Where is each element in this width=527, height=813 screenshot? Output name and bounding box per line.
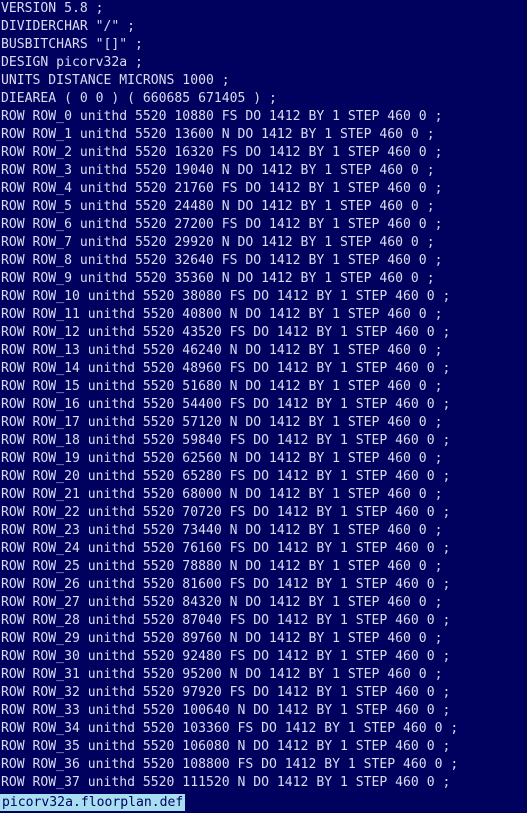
text-line: ROW ROW_26 unithd 5520 81600 FS DO 1412 … bbox=[1, 577, 451, 592]
text-line: ROW ROW_24 unithd 5520 76160 FS DO 1412 … bbox=[1, 541, 451, 556]
text-line: VERSION 5.8 ; bbox=[1, 1, 104, 16]
text-line: ROW ROW_5 unithd 5520 24480 N DO 1412 BY… bbox=[1, 199, 435, 214]
text-line: ROW ROW_18 unithd 5520 59840 FS DO 1412 … bbox=[1, 433, 451, 448]
text-line: DESIGN picorv32a ; bbox=[1, 55, 143, 70]
text-line: ROW ROW_34 unithd 5520 103360 FS DO 1412… bbox=[1, 721, 459, 736]
text-line: DIEAREA ( 0 0 ) ( 660685 671405 ) ; bbox=[1, 91, 277, 106]
terminal-window[interactable]: VERSION 5.8 ; DIVIDERCHAR "/" ; BUSBITCHAR… bbox=[0, 0, 527, 813]
text-line: ROW ROW_32 unithd 5520 97920 FS DO 1412 … bbox=[1, 685, 451, 700]
text-line: ROW ROW_7 unithd 5520 29920 N DO 1412 BY… bbox=[1, 235, 435, 250]
text-line: ROW ROW_11 unithd 5520 40800 N DO 1412 B… bbox=[1, 307, 443, 322]
text-line: ROW ROW_23 unithd 5520 73440 N DO 1412 B… bbox=[1, 523, 443, 538]
text-line: BUSBITCHARS "[]" ; bbox=[1, 37, 143, 52]
text-line: ROW ROW_14 unithd 5520 48960 FS DO 1412 … bbox=[1, 361, 451, 376]
text-line: ROW ROW_1 unithd 5520 13600 N DO 1412 BY… bbox=[1, 127, 435, 142]
text-line: ROW ROW_31 unithd 5520 95200 N DO 1412 B… bbox=[1, 667, 443, 682]
file-content[interactable]: VERSION 5.8 ; DIVIDERCHAR "/" ; BUSBITCHAR… bbox=[1, 0, 458, 792]
text-line: ROW ROW_25 unithd 5520 78880 N DO 1412 B… bbox=[1, 559, 443, 574]
text-line: ROW ROW_27 unithd 5520 84320 N DO 1412 B… bbox=[1, 595, 443, 610]
text-line: ROW ROW_16 unithd 5520 54400 FS DO 1412 … bbox=[1, 397, 451, 412]
text-line: ROW ROW_21 unithd 5520 68000 N DO 1412 B… bbox=[1, 487, 443, 502]
text-line: ROW ROW_6 unithd 5520 27200 FS DO 1412 B… bbox=[1, 217, 443, 232]
text-line: ROW ROW_17 unithd 5520 57120 N DO 1412 B… bbox=[1, 415, 443, 430]
text-line: ROW ROW_3 unithd 5520 19040 N DO 1412 BY… bbox=[1, 163, 435, 178]
text-line: UNITS DISTANCE MICRONS 1000 ; bbox=[1, 73, 230, 88]
text-line: ROW ROW_33 unithd 5520 100640 N DO 1412 … bbox=[1, 703, 451, 718]
text-line: ROW ROW_8 unithd 5520 32640 FS DO 1412 B… bbox=[1, 253, 443, 268]
text-line: ROW ROW_9 unithd 5520 35360 N DO 1412 BY… bbox=[1, 271, 435, 286]
text-line: ROW ROW_35 unithd 5520 106080 N DO 1412 … bbox=[1, 739, 451, 754]
text-line: ROW ROW_36 unithd 5520 108800 FS DO 1412… bbox=[1, 757, 459, 772]
text-line: ROW ROW_12 unithd 5520 43520 FS DO 1412 … bbox=[1, 325, 451, 340]
status-filename: picorv32a.floorplan.def bbox=[0, 794, 186, 811]
text-line: ROW ROW_13 unithd 5520 46240 N DO 1412 B… bbox=[1, 343, 443, 358]
text-line: ROW ROW_19 unithd 5520 62560 N DO 1412 B… bbox=[1, 451, 443, 466]
text-line: ROW ROW_20 unithd 5520 65280 FS DO 1412 … bbox=[1, 469, 451, 484]
text-line: ROW ROW_22 unithd 5520 70720 FS DO 1412 … bbox=[1, 505, 451, 520]
text-line: ROW ROW_37 unithd 5520 111520 N DO 1412 … bbox=[1, 775, 451, 790]
text-line: ROW ROW_4 unithd 5520 21760 FS DO 1412 B… bbox=[1, 181, 443, 196]
text-line: ROW ROW_10 unithd 5520 38080 FS DO 1412 … bbox=[1, 289, 451, 304]
text-line: DIVIDERCHAR "/" ; bbox=[1, 19, 136, 34]
text-line: ROW ROW_30 unithd 5520 92480 FS DO 1412 … bbox=[1, 649, 451, 664]
text-line: ROW ROW_28 unithd 5520 87040 FS DO 1412 … bbox=[1, 613, 451, 628]
text-line: ROW ROW_15 unithd 5520 51680 N DO 1412 B… bbox=[1, 379, 443, 394]
text-line: ROW ROW_2 unithd 5520 16320 FS DO 1412 B… bbox=[1, 145, 443, 160]
text-line: ROW ROW_29 unithd 5520 89760 N DO 1412 B… bbox=[1, 631, 443, 646]
text-line: ROW ROW_0 unithd 5520 10880 FS DO 1412 B… bbox=[1, 109, 443, 124]
